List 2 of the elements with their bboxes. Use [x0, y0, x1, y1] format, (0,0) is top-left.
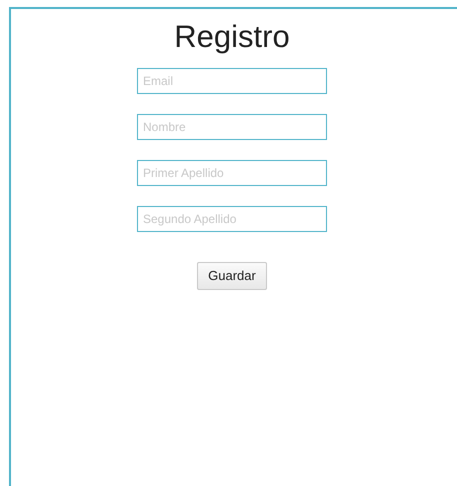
save-button[interactable]: Guardar	[197, 262, 267, 290]
page-title: Registro	[174, 18, 290, 56]
